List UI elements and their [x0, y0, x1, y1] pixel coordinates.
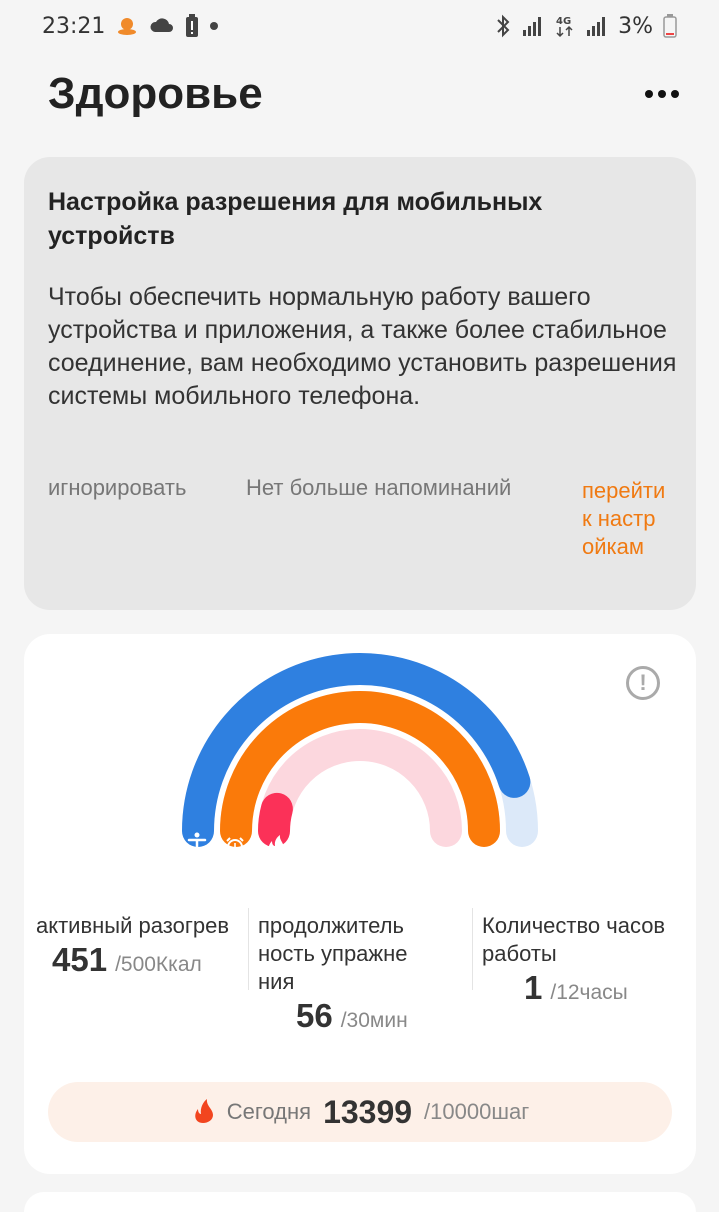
- signal-icon: [586, 15, 608, 37]
- activity-rings[interactable]: [24, 634, 696, 894]
- no-remind-button[interactable]: Нет больше напоминаний: [246, 475, 511, 501]
- today-steps-value: 13399: [323, 1093, 413, 1130]
- ignore-button[interactable]: игнорировать: [48, 475, 186, 501]
- permission-card-actions: игнорировать Нет больше напоминаний пере…: [48, 475, 678, 595]
- metric-goal: /500Ккал: [115, 953, 202, 976]
- metric-value: 1: [524, 969, 543, 1006]
- metric-exercise-duration[interactable]: продолжительность упражнения 56 /30мин: [258, 912, 438, 1035]
- metric-value-row: 1 /12часы: [524, 969, 696, 1007]
- metric-goal: /30мин: [340, 1009, 408, 1032]
- permission-card-text: Чтобы обеспечить нормальную работу вашег…: [48, 283, 677, 410]
- metric-label: продолжительность упражнения: [258, 913, 408, 994]
- page-title: Здоровье: [48, 69, 263, 118]
- metric-value-row: 451 /500Ккал: [52, 941, 246, 979]
- battery-alert-icon: [185, 14, 199, 38]
- today-steps-goal: /10000шаг: [424, 1099, 530, 1124]
- metric-divider: [472, 908, 473, 990]
- metric-label: активный разогрев: [36, 913, 230, 938]
- more-dot-icon: [671, 90, 679, 98]
- status-bar: 23:21 4G 3%: [0, 0, 719, 52]
- 4g-icon: 4G: [554, 14, 576, 38]
- bluetooth-icon: [494, 14, 512, 38]
- flame-icon: [191, 1096, 215, 1129]
- metric-value-row: 56 /30мин: [296, 997, 438, 1035]
- more-options-button[interactable]: [635, 80, 689, 108]
- next-card-edge: [24, 1192, 696, 1212]
- work-hours-ring-progress: [258, 792, 293, 847]
- activity-card: ! активный разогрев 451 /500Ккал продолж…: [24, 634, 696, 1174]
- header: Здоровье: [48, 64, 689, 124]
- go-to-settings-button[interactable]: перейти к настройкам: [582, 477, 666, 561]
- metric-active-warmup[interactable]: активный разогрев 451 /500Ккал: [36, 912, 246, 979]
- svg-text:4G: 4G: [556, 16, 571, 27]
- weather-avatar-icon: [115, 14, 139, 38]
- metric-value: 56: [296, 997, 333, 1034]
- permission-card-title: Настройка разрешения для мобильных устро…: [48, 188, 543, 250]
- metric-value: 451: [52, 941, 108, 978]
- cloud-icon: [149, 16, 175, 36]
- battery-icon: [663, 14, 677, 38]
- more-dot-icon: [658, 90, 666, 98]
- dot-icon: [209, 21, 219, 31]
- signal-icon: [522, 15, 544, 37]
- clock: 23:21: [42, 13, 106, 39]
- metric-goal: /12часы: [550, 981, 628, 1004]
- battery-percent: 3%: [618, 13, 653, 39]
- work-hours-ring-track: [258, 729, 462, 847]
- metric-work-hours[interactable]: Количество часов работы 1 /12часы: [482, 912, 696, 1007]
- permission-card: Настройка разрешения для мобильных устро…: [24, 157, 696, 610]
- today-steps-bar[interactable]: Сегодня 13399 /10000шаг: [48, 1082, 672, 1142]
- today-label: Сегодня: [226, 1099, 312, 1124]
- metric-label: Количество часов работы: [482, 913, 666, 966]
- info-icon[interactable]: !: [626, 666, 660, 700]
- metric-divider: [248, 908, 249, 990]
- more-dot-icon: [645, 90, 653, 98]
